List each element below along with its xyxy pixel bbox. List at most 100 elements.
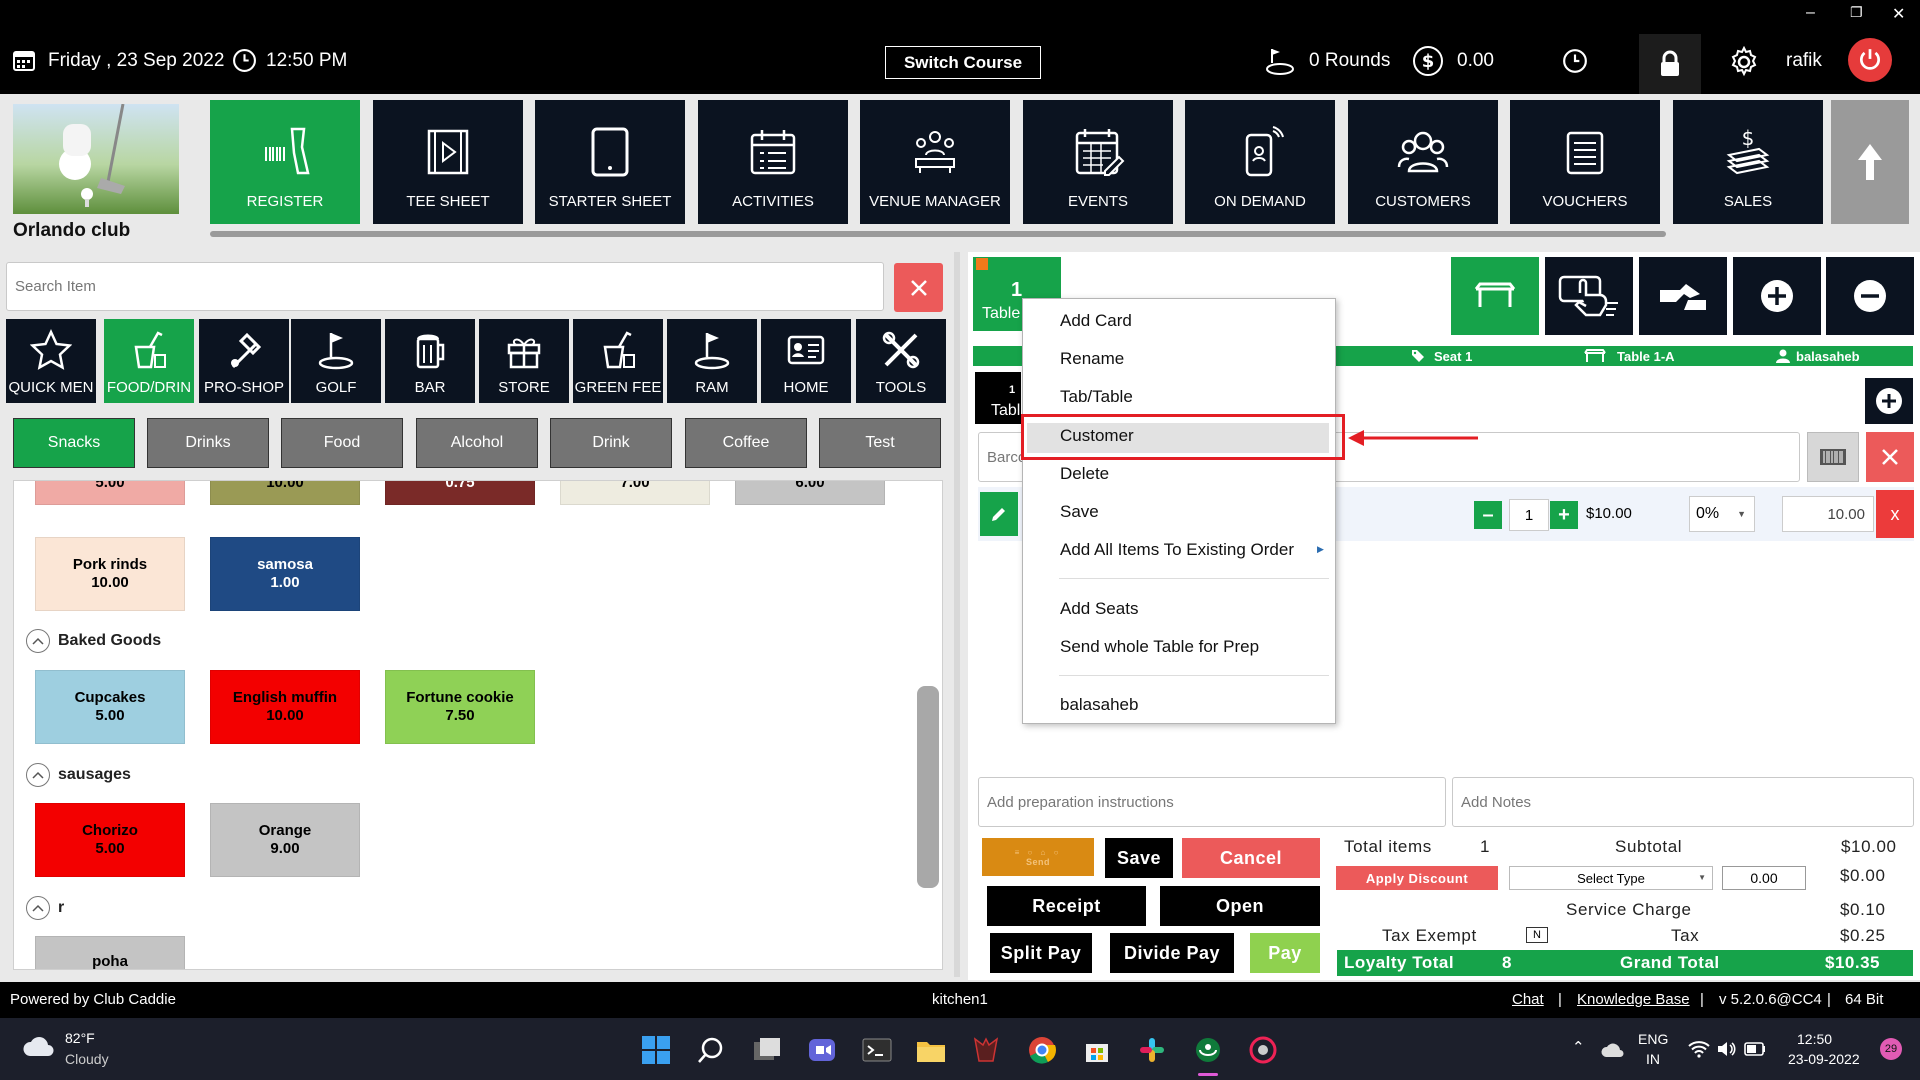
slack-icon[interactable]: [1138, 1036, 1166, 1064]
language-region[interactable]: IN: [1646, 1051, 1660, 1067]
nav-scrollbar[interactable]: [210, 231, 1666, 237]
menu-add-all-items[interactable]: Add All Items To Existing Order: [1060, 540, 1294, 560]
nav-tee-sheet[interactable]: TEE SHEET: [373, 100, 523, 224]
battery-icon[interactable]: [1744, 1042, 1766, 1056]
item-tile-poha[interactable]: poha: [35, 936, 185, 969]
category-quick-menu[interactable]: QUICK MEN: [6, 319, 96, 403]
subtab-drinks[interactable]: Drinks: [147, 418, 269, 468]
item-tile-pork-rinds[interactable]: Pork rinds 10.00: [35, 537, 185, 611]
onedrive-icon[interactable]: [1600, 1042, 1624, 1058]
receipt-button[interactable]: Receipt: [987, 886, 1146, 926]
search-icon[interactable]: [697, 1036, 725, 1064]
item-tile-samosa[interactable]: samosa 1.00: [210, 537, 360, 611]
tax-exempt-checkbox[interactable]: N: [1526, 927, 1548, 943]
menu-send-table-prep[interactable]: Send whole Table for Prep: [1060, 637, 1259, 657]
close-window-button[interactable]: ✕: [1892, 4, 1905, 24]
microsoft-store-icon[interactable]: [1083, 1036, 1111, 1064]
barcode-scan-button[interactable]: [1807, 432, 1859, 482]
edit-line-button[interactable]: [980, 492, 1018, 536]
section-sausages[interactable]: sausages: [26, 763, 131, 787]
nav-venue-manager[interactable]: VENUE MANAGER: [860, 100, 1010, 224]
add-seat-button[interactable]: [1865, 378, 1913, 424]
item-tile-cupcakes[interactable]: Cupcakes 5.00: [35, 670, 185, 744]
item-tile-orange[interactable]: Orange 9.00: [210, 803, 360, 877]
menu-delete[interactable]: Delete: [1060, 464, 1109, 484]
subtab-food[interactable]: Food: [281, 418, 403, 468]
nav-activities[interactable]: ACTIVITIES: [698, 100, 848, 224]
menu-add-seats[interactable]: Add Seats: [1060, 599, 1138, 619]
clock-date[interactable]: 23-09-2022: [1788, 1051, 1860, 1067]
increase-qty-button[interactable]: +: [1550, 501, 1578, 529]
weather-temp[interactable]: 82°F: [65, 1030, 95, 1046]
items-scrollbar[interactable]: [917, 686, 939, 888]
category-pro-shop[interactable]: PRO-SHOP: [199, 319, 289, 403]
item-tile-fortune-cookie[interactable]: Fortune cookie 7.50: [385, 670, 535, 744]
category-home[interactable]: HOME: [761, 319, 851, 403]
pay-button[interactable]: Pay: [1250, 933, 1320, 973]
windows-start-icon[interactable]: [642, 1036, 670, 1064]
item-tile[interactable]: 7.00: [560, 481, 710, 505]
teams-chat-icon[interactable]: [808, 1036, 836, 1064]
nav-customers[interactable]: CUSTOMERS: [1348, 100, 1498, 224]
save-button[interactable]: Save: [1105, 838, 1173, 878]
clock-time[interactable]: 12:50: [1797, 1031, 1832, 1047]
delete-line-button[interactable]: x: [1876, 490, 1914, 538]
category-bar[interactable]: BAR: [385, 319, 475, 403]
item-tile[interactable]: 5.00: [35, 481, 185, 505]
subtab-alcohol[interactable]: Alcohol: [416, 418, 538, 468]
subtab-drink[interactable]: Drink: [550, 418, 672, 468]
notification-badge[interactable]: 29: [1880, 1038, 1902, 1060]
item-tile[interactable]: 6.00: [735, 481, 885, 505]
category-food-drink[interactable]: FOOD/DRIN: [104, 319, 194, 403]
transfer-button[interactable]: [1639, 257, 1727, 335]
power-button[interactable]: [1848, 38, 1892, 82]
discount-type-select[interactable]: Select Type ▼: [1509, 866, 1713, 890]
menu-rename[interactable]: Rename: [1060, 349, 1124, 369]
language-primary[interactable]: ENG: [1638, 1031, 1668, 1047]
pane-divider[interactable]: [954, 252, 960, 977]
add-button[interactable]: [1733, 257, 1821, 335]
decrease-qty-button[interactable]: –: [1474, 501, 1502, 529]
item-tile-english-muffin[interactable]: English muffin 10.00: [210, 670, 360, 744]
remove-button[interactable]: [1826, 257, 1914, 335]
category-ram[interactable]: RAM: [667, 319, 757, 403]
subtab-coffee[interactable]: Coffee: [685, 418, 807, 468]
file-explorer-icon[interactable]: [916, 1036, 946, 1064]
cloud-icon[interactable]: [22, 1034, 56, 1058]
gaming-app-icon[interactable]: [972, 1036, 1000, 1064]
line-discount-select[interactable]: 0% ▼: [1689, 496, 1755, 532]
quantity-input[interactable]: 1: [1509, 499, 1549, 531]
nav-starter-sheet[interactable]: STARTER SHEET: [535, 100, 685, 224]
terminal-icon[interactable]: [862, 1036, 892, 1064]
chrome-icon[interactable]: [1028, 1036, 1056, 1064]
section-baked-goods[interactable]: Baked Goods: [26, 629, 161, 653]
minimize-button[interactable]: –: [1806, 4, 1815, 22]
nav-on-demand[interactable]: ON DEMAND: [1185, 100, 1335, 224]
category-tools[interactable]: TOOLS: [856, 319, 946, 403]
item-tile[interactable]: 0.75: [385, 481, 535, 505]
section-r[interactable]: r: [26, 896, 64, 920]
clear-search-button[interactable]: [894, 263, 943, 312]
switch-course-button[interactable]: Switch Course: [885, 46, 1041, 79]
open-button[interactable]: Open: [1160, 886, 1320, 926]
menu-add-card[interactable]: Add Card: [1060, 311, 1132, 331]
volume-icon[interactable]: [1716, 1040, 1736, 1058]
seat-tab[interactable]: 1 Tabl: [975, 372, 1021, 424]
split-pay-button[interactable]: Split Pay: [990, 933, 1092, 973]
apply-discount-button[interactable]: Apply Discount: [1336, 866, 1498, 890]
subtab-test[interactable]: Test: [819, 418, 941, 468]
search-input[interactable]: Search Item: [6, 262, 884, 311]
clear-order-button[interactable]: [1866, 432, 1914, 482]
club-caddie-icon[interactable]: [1194, 1036, 1222, 1064]
gear-icon[interactable]: [1728, 46, 1760, 78]
nav-register[interactable]: REGISTER: [210, 100, 360, 224]
menu-server-balasaheb[interactable]: balasaheb: [1060, 695, 1138, 715]
lock-button[interactable]: [1639, 34, 1701, 94]
wifi-icon[interactable]: [1688, 1040, 1710, 1058]
menu-save[interactable]: Save: [1060, 502, 1099, 522]
subtab-snacks[interactable]: Snacks: [13, 418, 135, 468]
screenshot-tool-icon[interactable]: [1248, 1036, 1278, 1064]
chevron-up-icon[interactable]: ⌃: [1572, 1038, 1585, 1056]
discount-amount-input[interactable]: 0.00: [1722, 866, 1806, 890]
nav-vouchers[interactable]: VOUCHERS: [1510, 100, 1660, 224]
